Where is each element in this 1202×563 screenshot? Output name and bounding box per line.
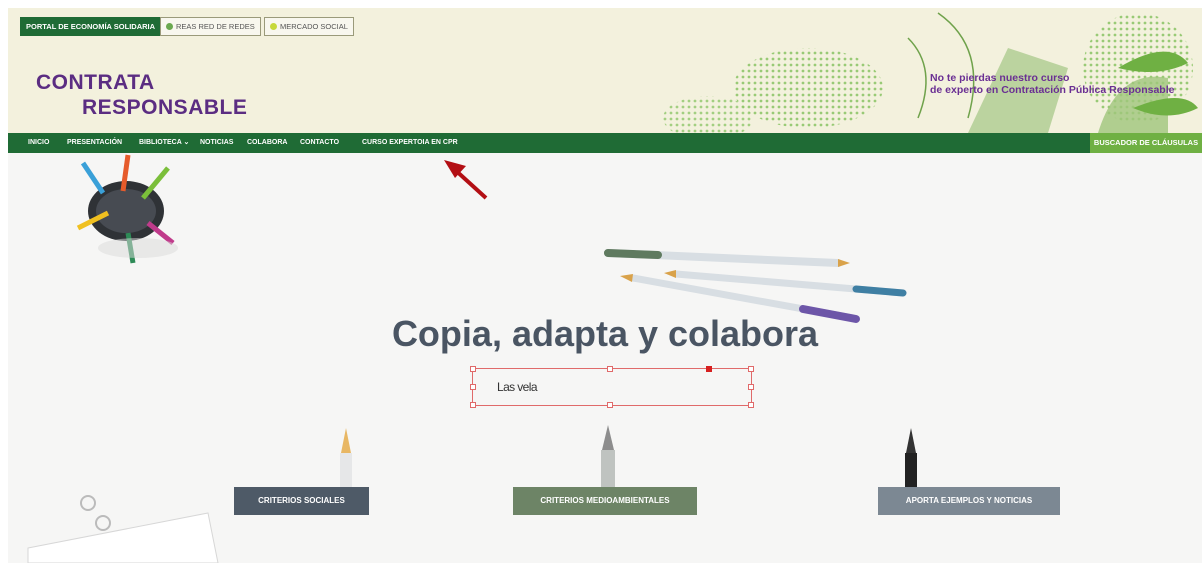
resize-handle-ml[interactable] xyxy=(470,384,476,390)
hero-title: Copia, adapta y colabora xyxy=(391,313,819,354)
top-utility-bar: PORTAL DE ECONOMÍA SOLIDARIA REAS RED DE… xyxy=(8,8,1202,42)
mercado-social-logo-icon xyxy=(270,23,277,30)
mercado-social-link[interactable]: MERCADO SOCIAL xyxy=(264,17,354,36)
resize-handle-tr[interactable] xyxy=(748,366,754,372)
mercado-social-link-label: MERCADO SOCIAL xyxy=(280,22,348,31)
rotate-handle[interactable] xyxy=(706,366,712,372)
nav-item-contacto[interactable]: CONTACTO xyxy=(300,133,339,153)
page-frame: PORTAL DE ECONOMÍA SOLIDARIA REAS RED DE… xyxy=(8,8,1202,563)
notebook-illustration xyxy=(27,495,219,563)
pen-icon-environment xyxy=(601,425,615,490)
portal-economia-solidaria-link[interactable]: PORTAL DE ECONOMÍA SOLIDARIA xyxy=(20,17,162,36)
site-header: PORTAL DE ECONOMÍA SOLIDARIA REAS RED DE… xyxy=(8,8,1202,133)
reas-red-de-redes-link[interactable]: REAS RED DE REDES xyxy=(160,17,261,36)
resize-handle-tl[interactable] xyxy=(470,366,476,372)
reas-logo-icon xyxy=(166,23,173,30)
course-promo-banner[interactable]: No te pierdas nuestro curso de experto e… xyxy=(930,72,1200,96)
criterios-sociales-button[interactable]: CRITERIOS SOCIALES xyxy=(234,487,369,515)
pen-icon-social xyxy=(340,428,352,493)
editable-text-box[interactable]: Las vela xyxy=(470,366,754,408)
promo-line-1: No te pierdas nuestro curso xyxy=(930,72,1070,84)
pen-cup-illustration xyxy=(76,154,178,264)
main-navigation: INICIO PRESENTACIÓN BIBLIOTECA ⌄ NOTICIA… xyxy=(8,133,1202,153)
logo-line-2: RESPONSABLE xyxy=(82,96,248,119)
resize-handle-bc[interactable] xyxy=(607,402,613,408)
resize-handle-br[interactable] xyxy=(748,402,754,408)
nav-item-colabora[interactable]: COLABORA xyxy=(247,133,287,153)
buscador-clausulas-button[interactable]: BUSCADOR DE CLÁUSULAS xyxy=(1090,133,1202,153)
nav-item-biblioteca[interactable]: BIBLIOTECA ⌄ xyxy=(139,133,189,153)
logo-line-1: CONTRATA xyxy=(36,71,155,94)
nav-item-presentacion[interactable]: PRESENTACIÓN xyxy=(67,133,122,153)
promo-line-2: de experto en Contratación Pública Respo… xyxy=(930,84,1175,96)
reas-link-label: REAS RED DE REDES xyxy=(176,22,255,31)
editable-text-content[interactable]: Las vela xyxy=(497,380,538,394)
pen-icon-news xyxy=(905,428,917,493)
hero-section: Copia, adapta y colabora Las vela CRITER… xyxy=(8,153,1202,563)
nav-item-noticias[interactable]: NOTICIAS xyxy=(200,133,233,153)
aporta-ejemplos-noticias-button[interactable]: APORTA EJEMPLOS Y NOTICIAS xyxy=(878,487,1060,515)
nav-item-inicio[interactable]: INICIO xyxy=(28,133,49,153)
resize-handle-mr[interactable] xyxy=(748,384,754,390)
resize-handle-bl[interactable] xyxy=(470,402,476,408)
nav-item-curso-experto[interactable]: CURSO EXPERTOIA EN CPR xyxy=(362,133,458,153)
pens-illustration xyxy=(604,249,907,323)
resize-handle-tc[interactable] xyxy=(607,366,613,372)
criterios-medioambientales-button[interactable]: CRITERIOS MEDIOAMBIENTALES xyxy=(513,487,697,515)
